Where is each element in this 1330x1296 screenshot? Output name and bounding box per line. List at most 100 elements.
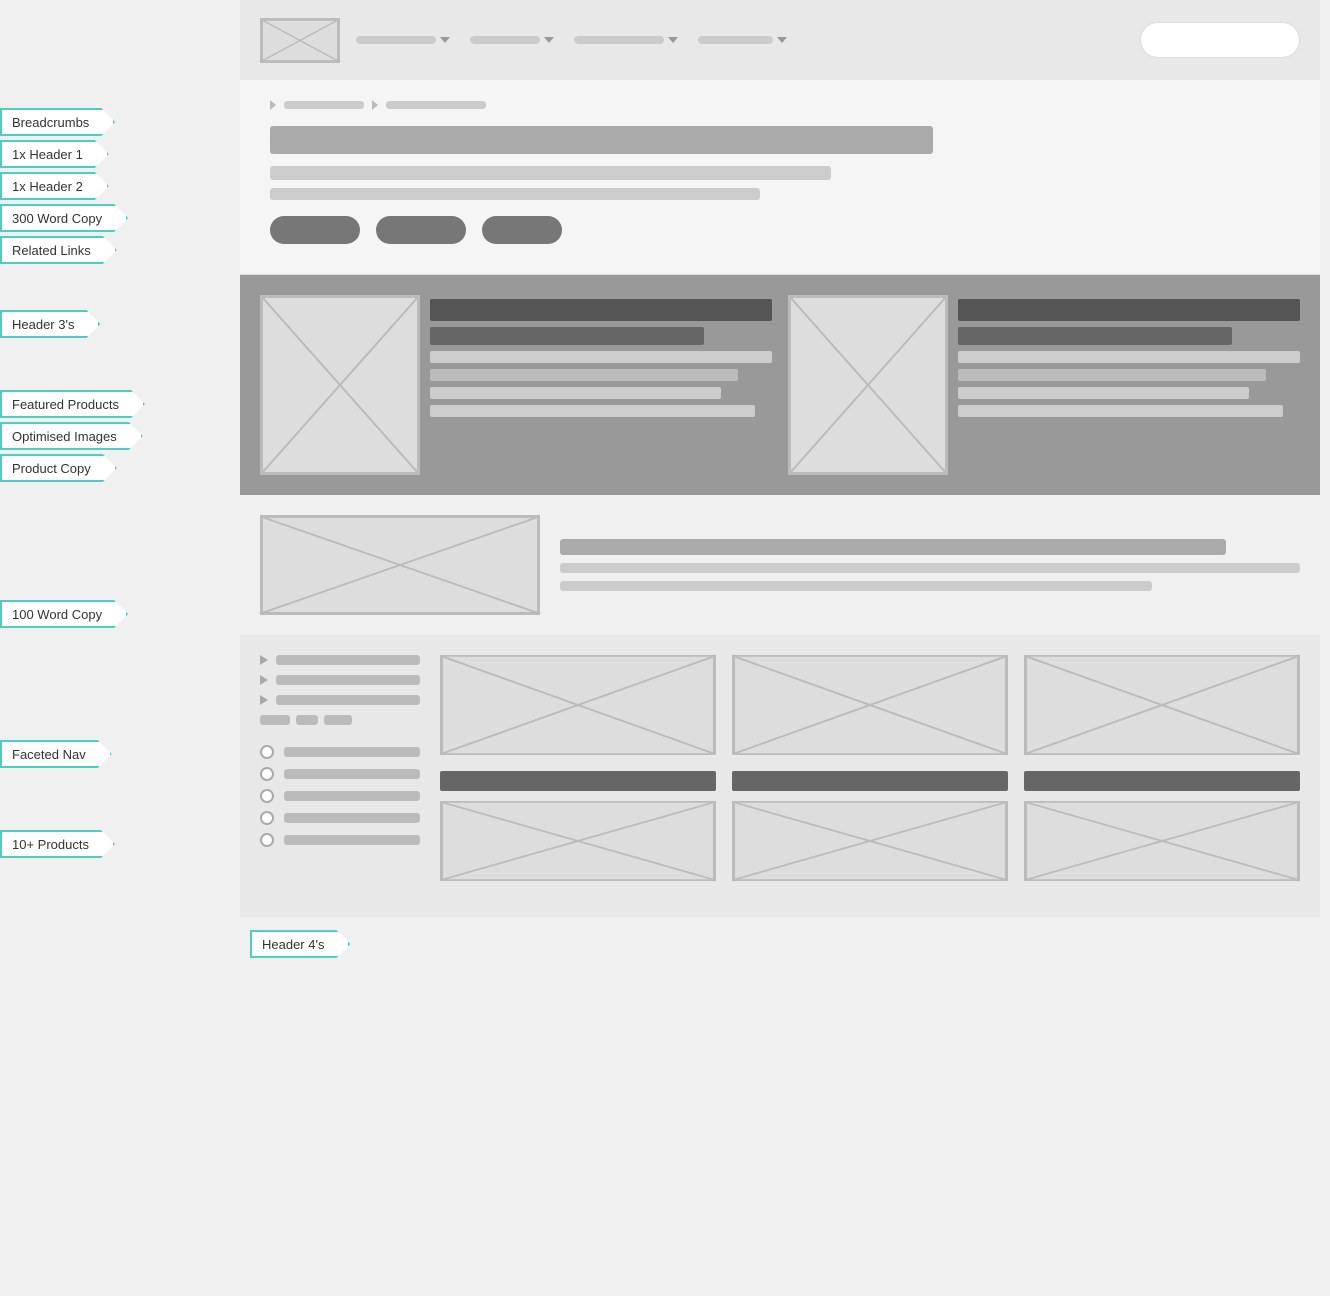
- prod-bar-1c: [430, 387, 721, 399]
- facet-filters: [260, 715, 420, 725]
- copy-section: [240, 495, 1320, 635]
- navigation-bar: [240, 0, 1320, 80]
- copy-text-block: [560, 539, 1300, 591]
- prod-bar-2b: [958, 369, 1266, 381]
- nav-item-1[interactable]: [356, 36, 450, 44]
- label-header1: 1x Header 1: [0, 140, 109, 168]
- facet-arrow-2[interactable]: [260, 675, 268, 685]
- radio-bar-1: [284, 747, 420, 757]
- product-image-2: [788, 295, 948, 475]
- product-grid: [440, 655, 1300, 897]
- prod-title-1: [430, 299, 772, 321]
- radio-5[interactable]: [260, 833, 274, 847]
- grid-img-6: [1024, 801, 1300, 881]
- search-box[interactable]: [1140, 22, 1300, 58]
- label-word100: 100 Word Copy: [0, 600, 128, 628]
- label-faceted: Faceted Nav: [0, 740, 112, 768]
- product-card-1: [260, 295, 772, 475]
- nav-item-2[interactable]: [470, 36, 554, 44]
- prod-bar-1b: [430, 369, 738, 381]
- nav-radio-5: [260, 833, 420, 847]
- label-related: Related Links: [0, 236, 117, 264]
- hero-section: [240, 80, 1320, 275]
- grid-product-6: [1024, 801, 1300, 881]
- logo: [260, 18, 340, 63]
- facet-arrow-1[interactable]: [260, 655, 268, 665]
- facet-bar-3: [276, 695, 420, 705]
- prod-bar-1a: [430, 351, 772, 363]
- prod-title-2: [958, 299, 1300, 321]
- product-grid-row-2: [440, 801, 1300, 881]
- prod-subtitle-2: [958, 327, 1232, 345]
- prod-bar-1d: [430, 405, 755, 417]
- radio-bar-4: [284, 813, 420, 823]
- grid-img-1: [440, 655, 716, 755]
- hero-header3: [270, 188, 760, 200]
- nav-item-3[interactable]: [574, 36, 678, 44]
- label-featured: Featured Products: [0, 390, 145, 418]
- product-info-2: [958, 295, 1300, 475]
- filter-bar-3: [324, 715, 352, 725]
- facet-row-2: [260, 675, 420, 685]
- header4s-row: [440, 771, 1300, 791]
- grid-product-2: [732, 655, 1008, 755]
- hero-header2: [270, 166, 831, 180]
- label-product-copy: Product Copy: [0, 454, 117, 482]
- hero-btn-2[interactable]: [376, 216, 466, 244]
- prod-bar-2d: [958, 405, 1283, 417]
- nav-radio-2: [260, 767, 420, 781]
- facet-row-3: [260, 695, 420, 705]
- label-word300: 300 Word Copy: [0, 204, 128, 232]
- grid-img-5: [732, 801, 1008, 881]
- label-breadcrumbs: Breadcrumbs: [0, 108, 115, 136]
- facet-bar-2: [276, 675, 420, 685]
- copy-bar-3: [560, 581, 1152, 591]
- nav-radio-3: [260, 789, 420, 803]
- hero-btn-1[interactable]: [270, 216, 360, 244]
- hero-btn-3[interactable]: [482, 216, 562, 244]
- label-optimised: Optimised Images: [0, 422, 143, 450]
- grid-img-4: [440, 801, 716, 881]
- label-products10: 10+ Products: [0, 830, 115, 858]
- faceted-nav: [260, 655, 420, 897]
- product-grid-row-1: [440, 655, 1300, 755]
- prod-bar-2c: [958, 387, 1249, 399]
- breadcrumb-row: [270, 100, 1290, 110]
- nav-radio-1: [260, 745, 420, 759]
- label-header4s: Header 4's: [250, 930, 350, 958]
- grid-product-4: [440, 801, 716, 881]
- label-header2: 1x Header 2: [0, 172, 109, 200]
- featured-products-section: [240, 275, 1320, 495]
- header4-bar-3: [1024, 771, 1300, 791]
- grid-product-5: [732, 801, 1008, 881]
- listing-section: [240, 635, 1320, 917]
- radio-4[interactable]: [260, 811, 274, 825]
- grid-product-1: [440, 655, 716, 755]
- grid-img-2: [732, 655, 1008, 755]
- radio-1[interactable]: [260, 745, 274, 759]
- facet-bar-1: [276, 655, 420, 665]
- radio-bar-5: [284, 835, 420, 845]
- radio-2[interactable]: [260, 767, 274, 781]
- facet-arrow-3[interactable]: [260, 695, 268, 705]
- product-info-1: [430, 295, 772, 475]
- grid-img-3: [1024, 655, 1300, 755]
- copy-bar-2: [560, 563, 1300, 573]
- copy-bar-1: [560, 539, 1226, 555]
- copy-image: [260, 515, 540, 615]
- hero-header1: [270, 126, 933, 154]
- radio-3[interactable]: [260, 789, 274, 803]
- nav-item-4[interactable]: [698, 36, 787, 44]
- nav-product-list: [260, 745, 420, 847]
- radio-bar-3: [284, 791, 420, 801]
- filter-bar-1: [260, 715, 290, 725]
- hero-buttons: [270, 216, 1290, 244]
- header4-bar-2: [732, 771, 1008, 791]
- filter-bar-2: [296, 715, 318, 725]
- radio-bar-2: [284, 769, 420, 779]
- product-card-2: [788, 295, 1300, 475]
- product-image-1: [260, 295, 420, 475]
- prod-bar-2a: [958, 351, 1300, 363]
- nav-radio-4: [260, 811, 420, 825]
- prod-subtitle-1: [430, 327, 704, 345]
